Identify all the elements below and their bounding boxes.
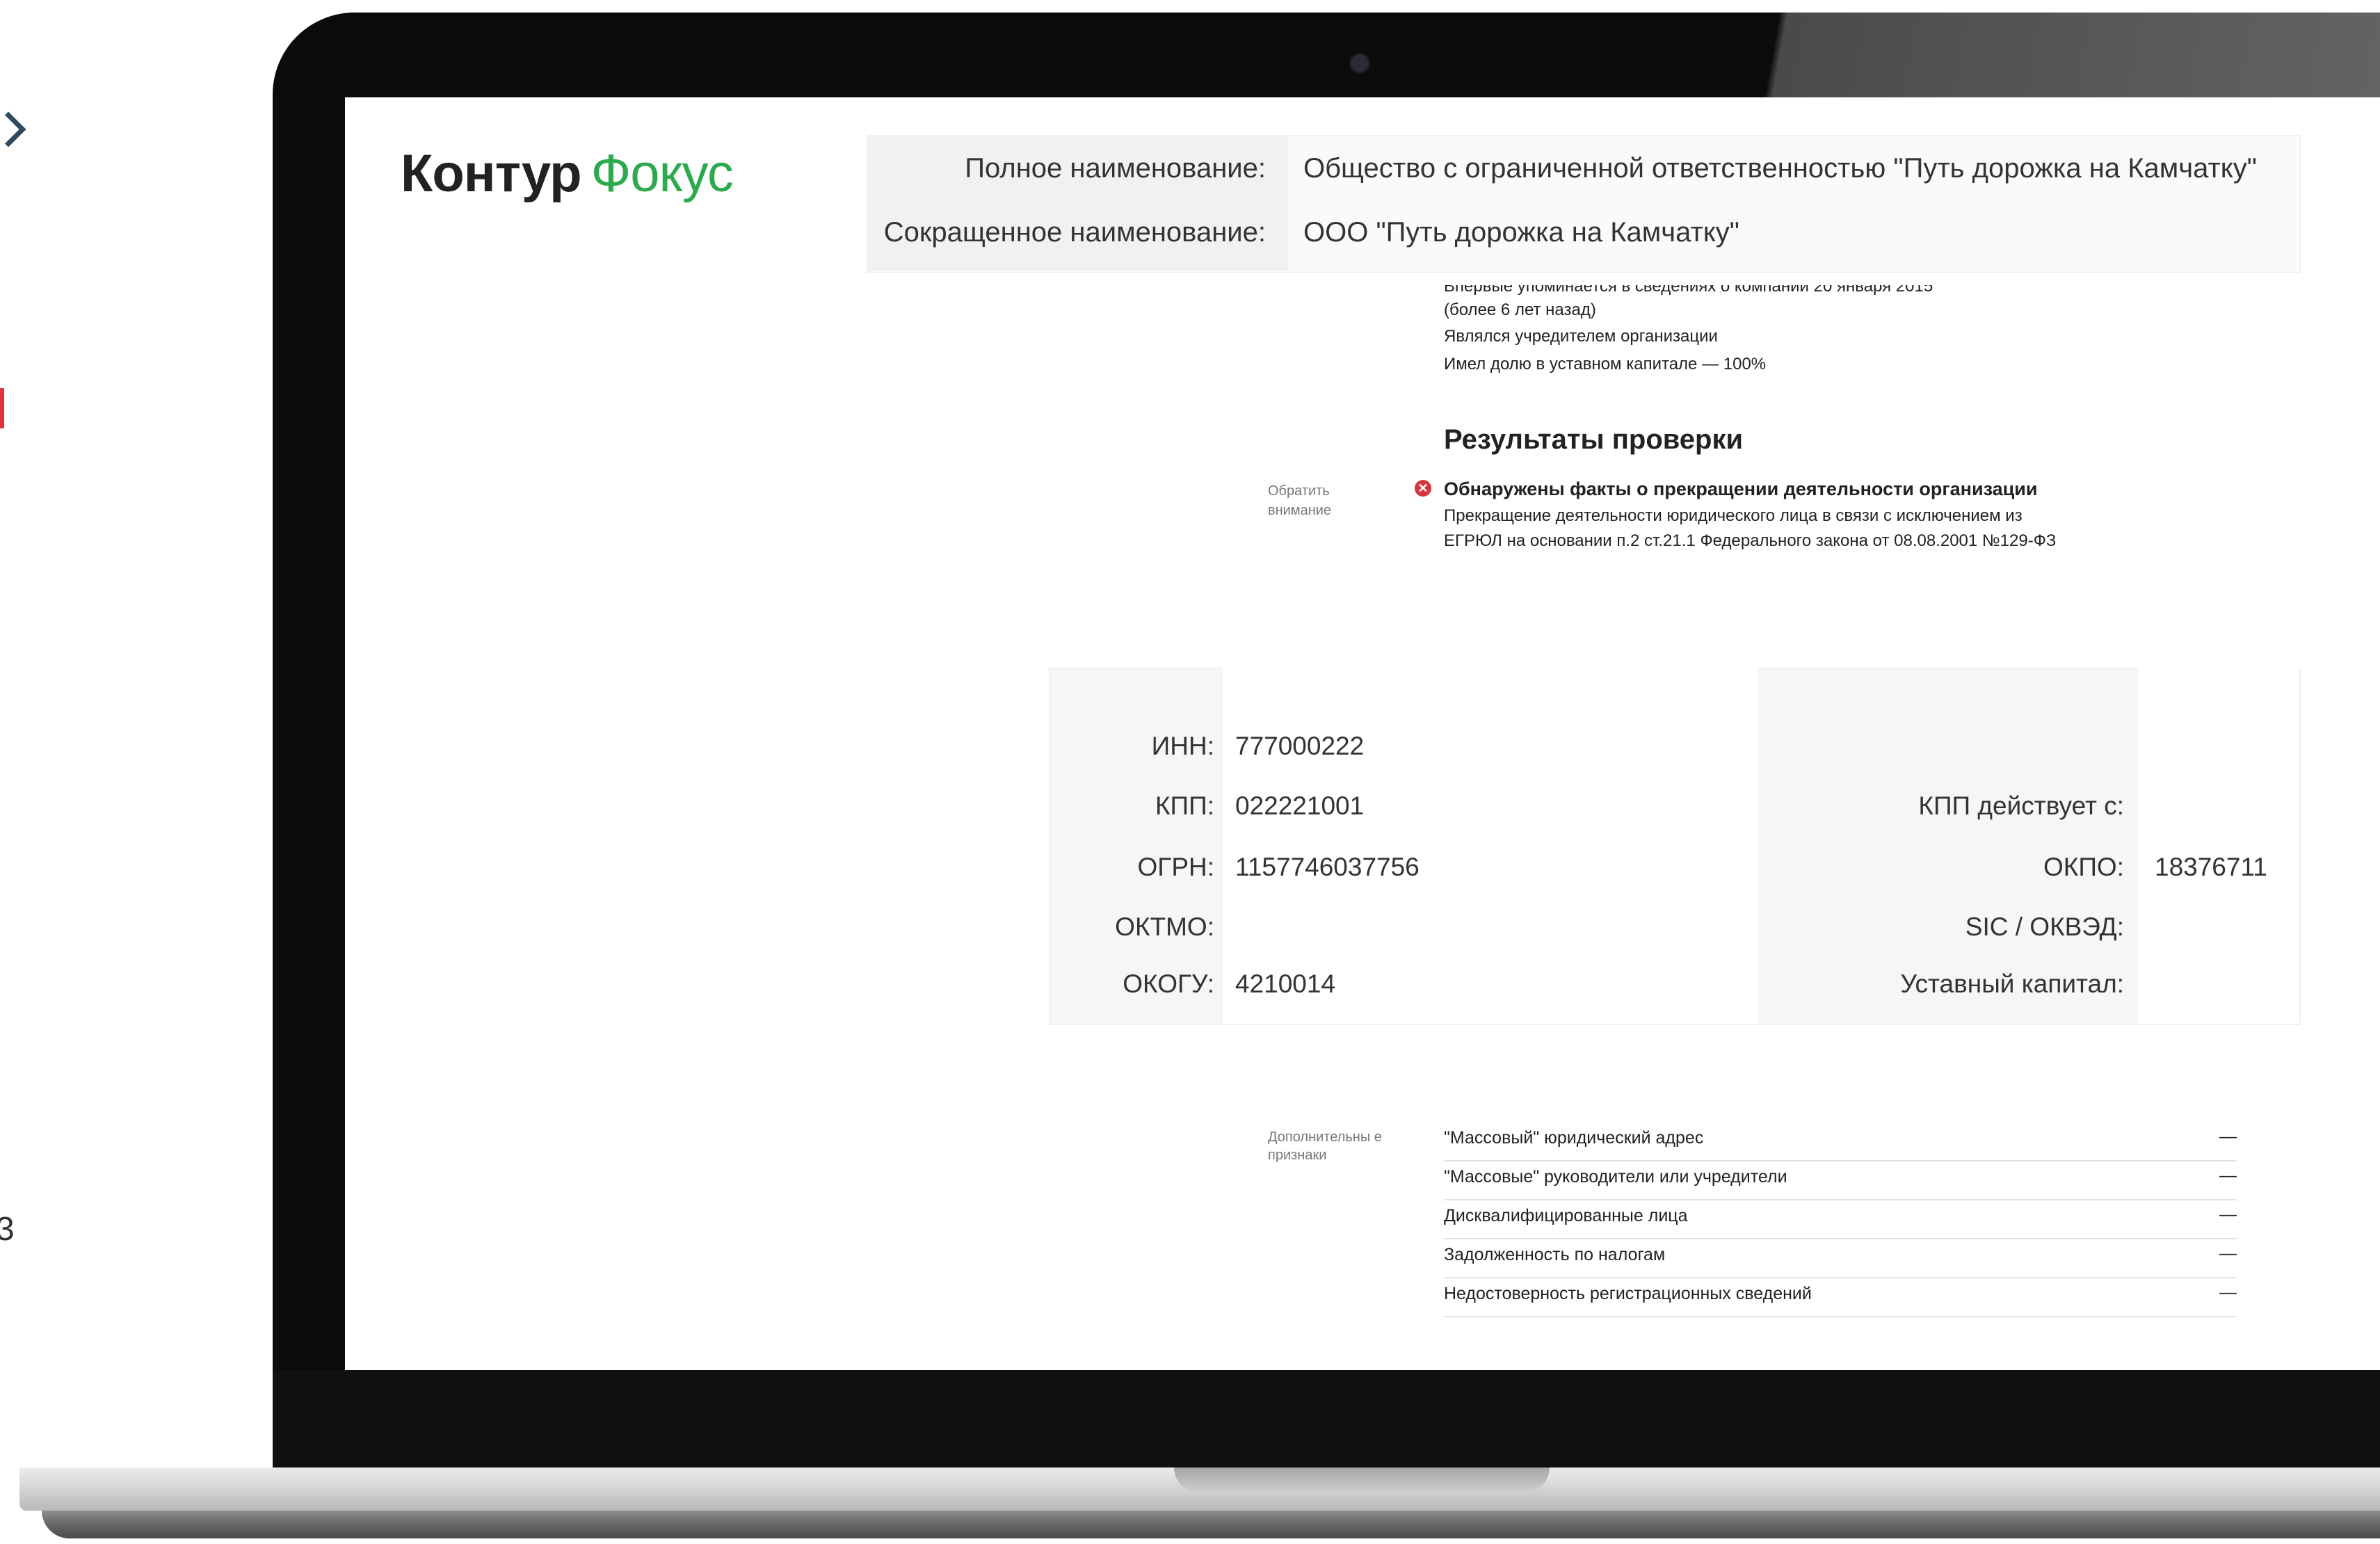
warning-text: ЕГРЮЛ на основании п.2 ст.21.1 Федеральн… (1444, 531, 2057, 550)
okpo-value: 18376711 (2155, 853, 2267, 881)
flag-label: Задолженность по налогам (1444, 1245, 1666, 1264)
full-name-label: Полное наименование: (965, 153, 1266, 184)
okpo-label: ОКПО: (2043, 853, 2124, 881)
chevron-right-icon (0, 111, 26, 147)
requisites-values-column (2138, 668, 2299, 1024)
check-results-title: Результаты проверки (1444, 424, 1744, 455)
flag-value: — (2219, 1166, 2237, 1185)
logo-part1: Контур (401, 144, 582, 203)
kpp-value: 022221001 (1235, 791, 1365, 820)
ogrn-label: ОГРН: (1137, 853, 1215, 881)
flag-label: "Массовый" юридический адрес (1444, 1128, 1704, 1148)
warning-title[interactable]: Обнаружены факты о прекращении деятельно… (1444, 479, 2037, 500)
flag-value: — (2219, 1205, 2237, 1224)
history-line: Имел долю в уставном капитале — 100% (1444, 355, 1767, 373)
flag-row[interactable]: Задолженность по налогам — (1444, 1238, 2237, 1278)
capital-label: Уставный капитал: (1900, 970, 2124, 998)
inn-label: ИНН: (1151, 732, 1214, 760)
flag-row[interactable]: Дисквалифицированные лица — (1444, 1199, 2237, 1239)
flag-label: Недостоверность регистрационных сведений (1444, 1284, 1812, 1303)
full-name-value: Общество с ограниченной ответственностью… (1303, 153, 2257, 184)
history-line: Впервые упоминается в сведениях о компан… (1444, 277, 1933, 296)
sic-okved-label: SIC / ОКВЭД: (1965, 912, 2124, 941)
laptop-bezel (273, 1370, 2380, 1467)
laptop-screen: Контур Фокус Полное наименование: Обществ… (345, 97, 2380, 1370)
camera-icon (1349, 53, 1370, 74)
warning-text: Прекращение деятельности юридического ли… (1444, 506, 2023, 525)
kpp-since-label: КПП действует с: (1918, 791, 2124, 820)
edge-digit: 3 (0, 1211, 15, 1248)
short-name-label: Сокращенное наименование: (883, 217, 1266, 248)
error-icon: ✕ (1415, 480, 1431, 497)
ogrn-value: 1157746037756 (1235, 853, 1420, 881)
flag-label: "Массовые" руководители или учредители (1444, 1167, 1787, 1187)
kpp-label: КПП: (1155, 791, 1214, 820)
flag-label: Дисквалифицированные лица (1444, 1206, 1688, 1225)
kontur-focus-logo[interactable]: Контур Фокус (401, 143, 734, 204)
attention-label: Обратить внимание (1268, 483, 1332, 518)
laptop-base-shadow (42, 1511, 2380, 1538)
oktmo-label: ОКТМО: (1115, 912, 1214, 941)
flag-value: — (2219, 1244, 2237, 1263)
inn-value: 777000222 (1235, 732, 1365, 760)
history-line: (более 6 лет назад) (1444, 300, 1596, 319)
short-name-value: ООО "Путь дорожка на Камчатку" (1303, 217, 1739, 248)
okogu-label: ОКОГУ: (1123, 970, 1214, 998)
history-line: Являлся учредителем организации (1444, 327, 1718, 346)
flag-row[interactable]: "Массовый" юридический адрес — (1444, 1121, 2237, 1161)
additional-flags-label: Дополнительны е признаки (1268, 1129, 1382, 1163)
accent-mark (0, 388, 4, 428)
flag-value: — (2219, 1282, 2237, 1302)
okogu-value: 4210014 (1235, 970, 1336, 998)
flag-row[interactable]: "Массовые" руководители или учредители — (1444, 1160, 2237, 1200)
flag-row[interactable]: Недостоверность регистрационных сведений… (1444, 1277, 2237, 1317)
laptop-notch (1174, 1467, 1550, 1493)
logo-part2: Фокус (590, 144, 734, 203)
flag-value: — (2219, 1127, 2237, 1146)
